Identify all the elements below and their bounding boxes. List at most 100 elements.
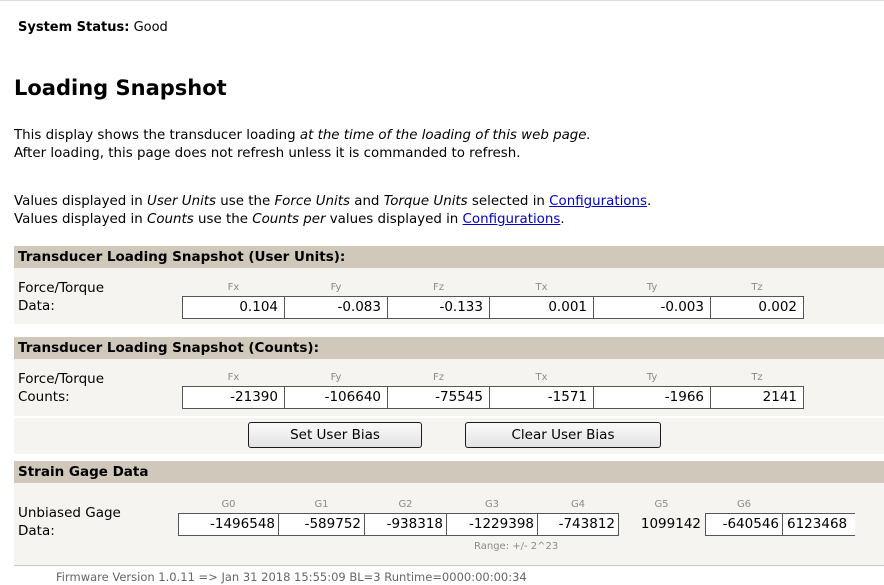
- cell-value: 2141: [762, 389, 797, 405]
- cell-value: -21390: [230, 389, 278, 405]
- strain-gage-cell: G4 -743812: [538, 499, 619, 536]
- gage-header: G5: [654, 499, 669, 510]
- cell-value: 0.104: [239, 299, 278, 315]
- intro-text: This display shows the transducer loadin…: [14, 127, 591, 163]
- system-status-label: System Status:: [18, 20, 130, 35]
- counts-grid: Fx -21390 Fy -106640 Fz -75545 Tx -1571 Ty -1…: [182, 372, 804, 409]
- gage-header: G1: [314, 499, 329, 510]
- units-note-em: Torque Units: [383, 194, 468, 209]
- units-note-em: Counts per: [252, 212, 326, 227]
- user-units-section-header: Transducer Loading Snapshot (User Units)…: [14, 246, 884, 268]
- cell-value: -106640: [324, 389, 381, 405]
- gage-header: G6: [736, 499, 752, 510]
- strain-gage-cell: G76123468: [783, 513, 855, 536]
- user-units-cell: Tx 0.001: [490, 282, 594, 319]
- axis-header: Fz: [432, 372, 444, 383]
- units-note-em: Force Units: [274, 194, 350, 209]
- configurations-link[interactable]: Configurations: [549, 194, 647, 209]
- row-label-line: Data:: [18, 523, 55, 539]
- axis-header: Fy: [330, 372, 342, 383]
- cell-value: -640546: [722, 516, 779, 532]
- cell-value: 0.002: [758, 299, 797, 315]
- user-units-cell: Tz 0.002: [711, 282, 804, 319]
- strain-gage-row: Unbiased Gage Data: G0 -1496548 G1 -589752…: [14, 483, 884, 565]
- strain-gage-cell: G3 -1229398: [447, 499, 538, 536]
- row-label-line: Data:: [18, 298, 55, 314]
- configurations-link[interactable]: Configurations: [463, 212, 561, 227]
- axis-header: Tz: [751, 282, 763, 293]
- units-note-text: .: [560, 212, 565, 227]
- units-note-text: .: [646, 194, 652, 209]
- units-note-text: use the: [216, 194, 275, 209]
- gage-header: G4: [570, 499, 586, 510]
- cell-value: -1229398: [469, 516, 534, 532]
- axis-header: Tz: [751, 372, 763, 383]
- user-units-grid: Fx 0.104 Fy -0.083 Fz -0.133 Tx 0.001 Ty -0.0…: [182, 282, 804, 319]
- strain-gage-cell: G6 -640546: [705, 499, 783, 536]
- axis-header: Fy: [330, 282, 342, 293]
- units-note-text: Values displayed in: [14, 194, 148, 209]
- units-note-text: Values displayed in: [14, 212, 148, 227]
- counts-row-label: Force/Torque Counts:: [18, 370, 104, 406]
- row-label-line: Force/Torque: [18, 371, 105, 387]
- counts-section-header: Transducer Loading Snapshot (Counts):: [14, 337, 884, 359]
- clear-user-bias-button[interactable]: Clear User Bias: [465, 422, 661, 448]
- strain-gage-grid: G0 -1496548 G1 -589752 G2 -938318 G3 -122939…: [178, 499, 855, 536]
- strain-gage-section-header: Strain Gage Data: [14, 461, 884, 483]
- user-units-cell: Ty -0.003: [594, 282, 711, 319]
- strain-gage-cell: G5 1099142: [619, 499, 705, 536]
- counts-cell: Fz -75545: [388, 372, 490, 409]
- counts-cell: Tx -1571: [490, 372, 594, 409]
- counts-row: Force/Torque Counts: Fx -21390 Fy -106640 …: [14, 359, 884, 416]
- system-status-value: Good: [133, 20, 168, 35]
- axis-header: Tx: [535, 282, 548, 293]
- axis-header: Fx: [227, 282, 240, 293]
- units-note-text: selected in: [467, 194, 550, 209]
- user-units-cell: Fy -0.083: [285, 282, 388, 319]
- gage-header: G2: [398, 499, 413, 510]
- counts-cell: Fx -21390: [182, 372, 285, 409]
- gage-range-note: Range: +/- 2^23: [474, 541, 559, 552]
- counts-cell: Tz 2141: [711, 372, 804, 409]
- bottom-divider: [14, 565, 884, 566]
- gage-header: G3: [484, 499, 500, 510]
- counts-cell: Ty -1966: [594, 372, 711, 409]
- cell-value: -938318: [386, 516, 443, 532]
- cell-value: -1571: [547, 389, 587, 405]
- units-note-em: Counts: [147, 212, 194, 227]
- counts-cell: Fy -106640: [285, 372, 388, 409]
- axis-header: Ty: [646, 282, 658, 293]
- axis-header: Fx: [227, 372, 240, 383]
- intro-line1-emphasis: at the time of the loading of this web p…: [299, 128, 591, 143]
- cell-value: -0.083: [337, 299, 381, 315]
- cell-value: -1966: [664, 389, 704, 405]
- intro-line1-text: This display shows the transducer loadin…: [14, 128, 300, 143]
- units-note-text: and: [349, 194, 384, 209]
- firmware-info: Firmware Version 1.0.11 => Jan 31 2018 1…: [56, 570, 527, 584]
- user-units-cell: Fz -0.133: [388, 282, 490, 319]
- row-label-line: Counts:: [18, 389, 70, 405]
- axis-header: Tx: [535, 372, 548, 383]
- units-note: Values displayed in User Units use the F…: [14, 193, 651, 229]
- set-user-bias-button[interactable]: Set User Bias: [248, 422, 422, 448]
- axis-header: Fz: [432, 282, 444, 293]
- row-label-line: Unbiased Gage: [18, 505, 121, 521]
- system-status: System Status: Good: [18, 20, 168, 35]
- gage-header: G0: [221, 499, 236, 510]
- units-note-text: values displayed in: [325, 212, 463, 227]
- units-note-em: User Units: [147, 194, 217, 209]
- strain-gage-cell: G1 -589752: [279, 499, 365, 536]
- strain-gage-cell: G0 -1496548: [178, 499, 279, 536]
- cell-value: 6123468: [787, 516, 848, 532]
- page-title: Loading Snapshot: [14, 76, 227, 100]
- user-units-cell: Fx 0.104: [182, 282, 285, 319]
- intro-line2-text: After loading, this page does not refres…: [14, 146, 521, 161]
- cell-value: -589752: [304, 516, 361, 532]
- bias-button-row: Set User Bias Clear User Bias: [14, 418, 884, 454]
- cell-value: -75545: [435, 389, 483, 405]
- cell-value: -0.133: [439, 299, 483, 315]
- top-divider: [0, 0, 884, 7]
- cell-value: 0.001: [548, 299, 587, 315]
- cell-value: -0.003: [660, 299, 704, 315]
- user-units-row: Force/Torque Data: Fx 0.104 Fy -0.083 Fz -0…: [14, 268, 884, 324]
